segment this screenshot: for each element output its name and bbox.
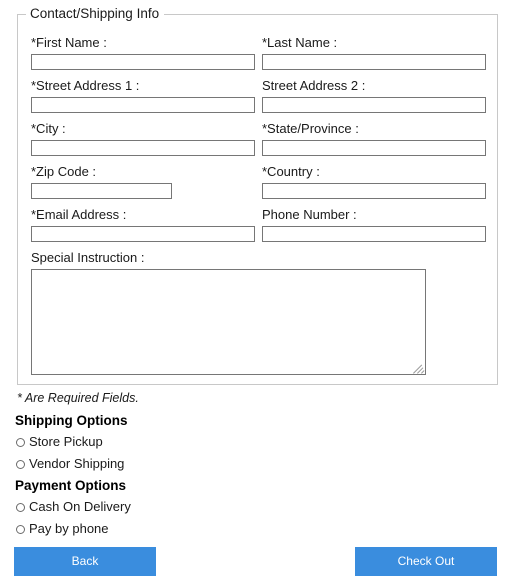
radio-option-store-pickup[interactable]: Store Pickup: [16, 434, 103, 450]
field-city: *City :: [31, 121, 255, 156]
state-province-input[interactable]: [262, 140, 486, 156]
field-last-name: *Last Name :: [262, 35, 486, 70]
street-address-1-input[interactable]: [31, 97, 255, 113]
back-button[interactable]: Back: [14, 547, 156, 576]
radio-option-vendor-shipping[interactable]: Vendor Shipping: [16, 456, 124, 472]
radio-label-store-pickup: Store Pickup: [29, 434, 103, 449]
zip-code-input[interactable]: [31, 183, 172, 199]
radio-circle-icon[interactable]: [16, 437, 25, 447]
field-state-province: *State/Province :: [262, 121, 486, 156]
radio-label-cash-on-delivery: Cash On Delivery: [29, 499, 131, 514]
radio-option-cash-on-delivery[interactable]: Cash On Delivery: [16, 499, 131, 515]
field-label-last-name: *Last Name :: [262, 35, 338, 50]
country-input[interactable]: [262, 183, 486, 199]
city-input[interactable]: [31, 140, 255, 156]
field-label-state-province: *State/Province :: [262, 121, 359, 136]
phone-number-input[interactable]: [262, 226, 486, 242]
required-fields-note: * Are Required Fields.: [17, 391, 139, 405]
field-street-address-1: *Street Address 1 :: [31, 78, 255, 113]
field-label-special-instruction: Special Instruction :: [31, 250, 145, 265]
payment-options-heading: Payment Options: [15, 478, 127, 493]
first-name-input[interactable]: [31, 54, 255, 70]
last-name-input[interactable]: [262, 54, 486, 70]
field-label-street-address-2: Street Address 2 :: [262, 78, 366, 93]
field-email-address: *Email Address :: [31, 207, 255, 242]
radio-label-vendor-shipping: Vendor Shipping: [29, 456, 125, 471]
radio-circle-icon[interactable]: [16, 524, 25, 534]
field-first-name: *First Name :: [31, 35, 255, 70]
special-instruction-textarea[interactable]: [31, 269, 426, 375]
contact-shipping-fieldset: Contact/Shipping Info *First Name : *Las…: [17, 6, 498, 385]
radio-option-pay-by-phone[interactable]: Pay by phone: [16, 521, 109, 537]
field-label-first-name: *First Name :: [31, 35, 107, 50]
field-label-email-address: *Email Address :: [31, 207, 127, 222]
field-street-address-2: Street Address 2 :: [262, 78, 486, 113]
field-label-city: *City :: [31, 121, 66, 136]
street-address-2-input[interactable]: [262, 97, 486, 113]
field-label-street-address-1: *Street Address 1 :: [31, 78, 140, 93]
field-label-zip-code: *Zip Code :: [31, 164, 97, 179]
field-country: *Country :: [262, 164, 486, 199]
checkout-button[interactable]: Check Out: [355, 547, 497, 576]
field-label-phone-number: Phone Number :: [262, 207, 357, 222]
field-special-instruction: Special Instruction :: [31, 250, 426, 375]
radio-label-pay-by-phone: Pay by phone: [29, 521, 109, 536]
radio-circle-icon[interactable]: [16, 502, 25, 512]
shipping-options-heading: Shipping Options: [15, 413, 128, 428]
contact-shipping-form: *First Name : *Last Name : *Street Addre…: [18, 15, 497, 384]
field-phone-number: Phone Number :: [262, 207, 486, 242]
field-zip-code: *Zip Code :: [31, 164, 172, 199]
radio-circle-icon[interactable]: [16, 459, 25, 469]
email-address-input[interactable]: [31, 226, 255, 242]
field-label-country: *Country :: [262, 164, 320, 179]
